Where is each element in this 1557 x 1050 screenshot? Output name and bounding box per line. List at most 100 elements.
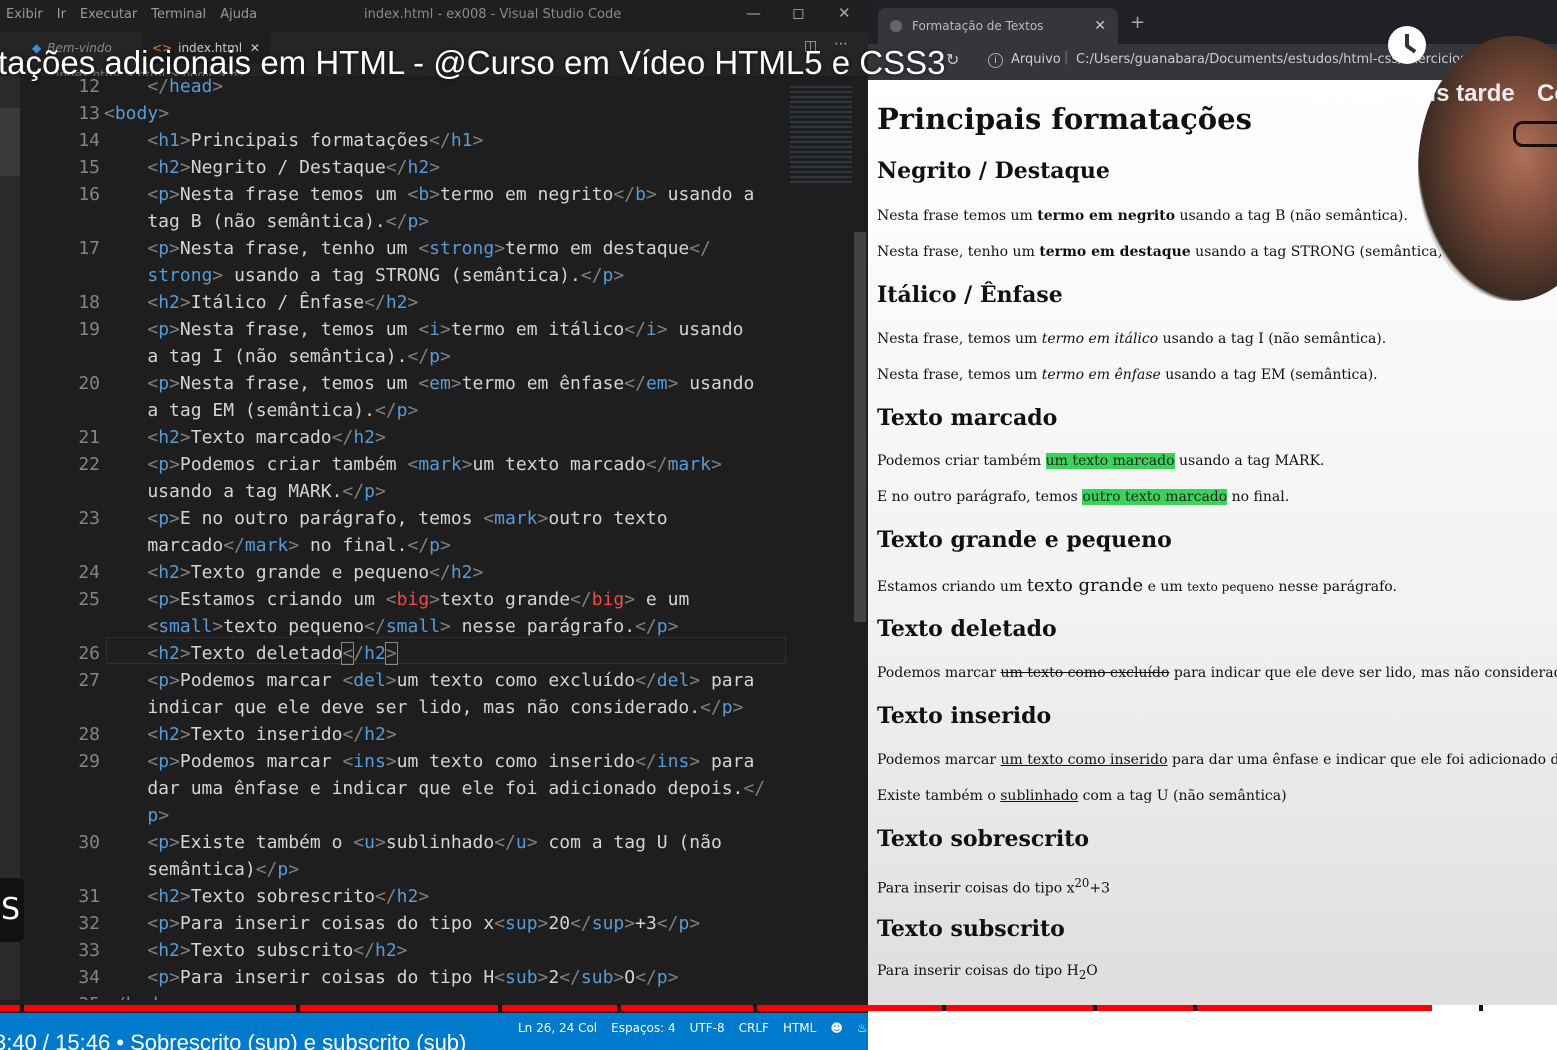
text: Podemos marcar — [877, 752, 1001, 768]
text: Existe também o — [877, 788, 1001, 804]
code-line: <p>Nesta frase temos um <b>termo em negr… — [147, 184, 755, 205]
text: Nesta frase, temos um — [877, 331, 1042, 347]
text: usando a tag B (não semântica). — [1175, 208, 1408, 224]
text: usando a tag I (não semântica). — [1158, 331, 1387, 347]
video-title[interactable]: tações adicionais em HTML - @Curso em Ví… — [0, 44, 998, 82]
tab-close-icon[interactable]: ✕ — [1094, 8, 1106, 44]
text: Para inserir coisas do tipo H — [877, 963, 1079, 979]
text: usando a tag STRONG (semântica). — [1190, 244, 1448, 260]
big-text: texto grande — [1026, 575, 1144, 596]
status-indentation[interactable]: Espaços: 4 — [611, 1021, 676, 1035]
browser-tab[interactable]: Formatação de Textos ✕ — [878, 8, 1118, 44]
heading-grande-pequeno: Texto grande e pequeno — [877, 527, 1172, 553]
video-progress-bar[interactable] — [0, 1005, 1557, 1011]
line-number: 22 — [78, 454, 100, 475]
menu-terminal[interactable]: Terminal — [151, 7, 206, 22]
watch-later-clock-icon[interactable] — [1388, 26, 1426, 64]
text: Podemos criar também — [877, 453, 1046, 469]
code-line: <body> — [104, 103, 170, 124]
status-cursor-position[interactable]: Ln 26, 24 Col — [518, 1021, 597, 1035]
heading-marcado: Texto marcado — [877, 405, 1058, 431]
code-line: <p>Nesta frase, temos um <i>termo em itá… — [147, 319, 744, 340]
menu-exibir[interactable]: Exibir — [6, 7, 43, 22]
line-number: 19 — [78, 319, 100, 340]
bell-icon[interactable]: ♨ — [857, 1021, 868, 1035]
code-line: a tag EM (semântica).</p> — [104, 400, 419, 421]
text: usando a tag EM (semântica). — [1160, 367, 1378, 383]
line-number: 25 — [78, 589, 100, 610]
text: O — [1086, 963, 1098, 979]
line-number: 34 — [78, 967, 100, 988]
maximize-icon[interactable]: ◻ — [792, 4, 804, 22]
share-label[interactable]: Co — [1537, 80, 1557, 108]
code-line: <p>Existe também o <u>sublinhado</u> com… — [147, 832, 722, 853]
code-line: <h2>Texto deletado</h2> — [147, 642, 398, 665]
time-and-chapter[interactable]: 3:40 / 15:46 • Sobrescrito (sup) e subsc… — [0, 1030, 466, 1050]
browser-tab-title: Formatação de Textos — [912, 19, 1044, 33]
screen: Exibir Ir Executar Terminal Ajuda index.… — [0, 0, 1557, 1050]
line-number: 26 — [78, 643, 100, 664]
paragraph: Para inserir coisas do tipo x20+3 — [877, 876, 1110, 897]
inserted-text: um texto como inserido — [1000, 752, 1168, 768]
code-editor[interactable]: 12 13 14 15 16 17 18 19 20 21 22 23 24 25 26 27 28 29 30 31… — [20, 76, 868, 1000]
line-number: 27 — [78, 670, 100, 691]
strong-text: termo em destaque — [1039, 244, 1191, 260]
line-number: 29 — [78, 751, 100, 772]
activity-bar — [0, 76, 20, 1000]
marked-text: um texto marcado — [1045, 453, 1175, 469]
status-eol[interactable]: CRLF — [739, 1021, 769, 1035]
code-line: <small>texto pequeno</small> nesse parág… — [147, 616, 679, 637]
vscode-menu: Exibir Ir Executar Terminal Ajuda — [6, 7, 271, 22]
code-line: usando a tag MARK.</p> — [104, 481, 386, 502]
line-number: 17 — [78, 238, 100, 259]
code-line: <p>Nesta frase, temos um <em>termo em ên… — [147, 373, 755, 394]
editor-scrollbar[interactable] — [854, 232, 866, 622]
line-number: 21 — [78, 427, 100, 448]
favicon-icon — [890, 20, 902, 32]
code-line: <h2>Texto grande e pequeno</h2> — [147, 562, 484, 583]
text: Podemos marcar — [877, 665, 1001, 681]
address-url[interactable]: C:/Users/guanabara/Documents/estudos/htm… — [1076, 52, 1512, 67]
side-badge[interactable]: S — [0, 878, 24, 942]
address-separator: | — [1064, 50, 1069, 65]
paragraph: Nesta frase, temos um termo em ênfase us… — [877, 367, 1378, 383]
code-line: a tag I (não semântica).</p> — [104, 346, 451, 367]
new-tab-icon[interactable]: + — [1130, 12, 1145, 33]
paragraph: Podemos criar também um texto marcado us… — [877, 453, 1324, 469]
menu-ajuda[interactable]: Ajuda — [220, 7, 257, 22]
menu-ir[interactable]: Ir — [57, 7, 66, 22]
status-language[interactable]: HTML — [783, 1021, 816, 1035]
minimize-icon[interactable]: — — [746, 4, 761, 22]
line-number: 24 — [78, 562, 100, 583]
chapter-marker — [942, 1005, 946, 1011]
text: para dar uma ênfase e indicar que ele fo… — [1171, 752, 1557, 768]
line-number: 31 — [78, 886, 100, 907]
line-number: 35 — [54, 991, 100, 1000]
close-icon[interactable]: ✕ — [838, 4, 851, 22]
chapters-list-icon[interactable] — [1494, 1034, 1530, 1050]
chapter-marker — [1193, 1005, 1197, 1011]
activity-selected[interactable] — [0, 108, 20, 176]
minimap[interactable] — [790, 86, 852, 186]
text: Nesta frase temos um — [877, 208, 1038, 224]
line-number: 33 — [78, 940, 100, 961]
text: E no outro parágrafo, temos — [877, 489, 1083, 505]
code-line: <h2>Texto marcado</h2> — [147, 427, 386, 448]
code-line: <h2>Texto subscrito</h2> — [147, 940, 408, 961]
text: Nesta frase, temos um — [877, 367, 1042, 383]
watch-later-label[interactable]: Assistir mais tarde — [1300, 80, 1515, 108]
deleted-text: um texto como excluído — [1000, 665, 1170, 681]
paragraph: Nesta frase, tenho um termo em destaque … — [877, 244, 1447, 260]
chapter-marker — [20, 1005, 24, 1011]
status-encoding[interactable]: UTF-8 — [690, 1021, 725, 1035]
menu-executar[interactable]: Executar — [80, 7, 137, 22]
glasses-shape — [1513, 121, 1557, 147]
em-text: termo em ênfase — [1041, 367, 1161, 383]
feedback-icon[interactable]: ☻ — [830, 1021, 843, 1035]
code-line: <p>Estamos criando um <big>texto grande<… — [147, 589, 690, 610]
video-progress-fill — [0, 1005, 1433, 1011]
underlined-text: sublinhado — [1000, 788, 1079, 804]
paragraph: E no outro parágrafo, temos outro texto … — [877, 489, 1289, 505]
code-line: <h2>Texto sobrescrito</h2> — [147, 886, 430, 907]
chapter-marker — [617, 1005, 621, 1011]
